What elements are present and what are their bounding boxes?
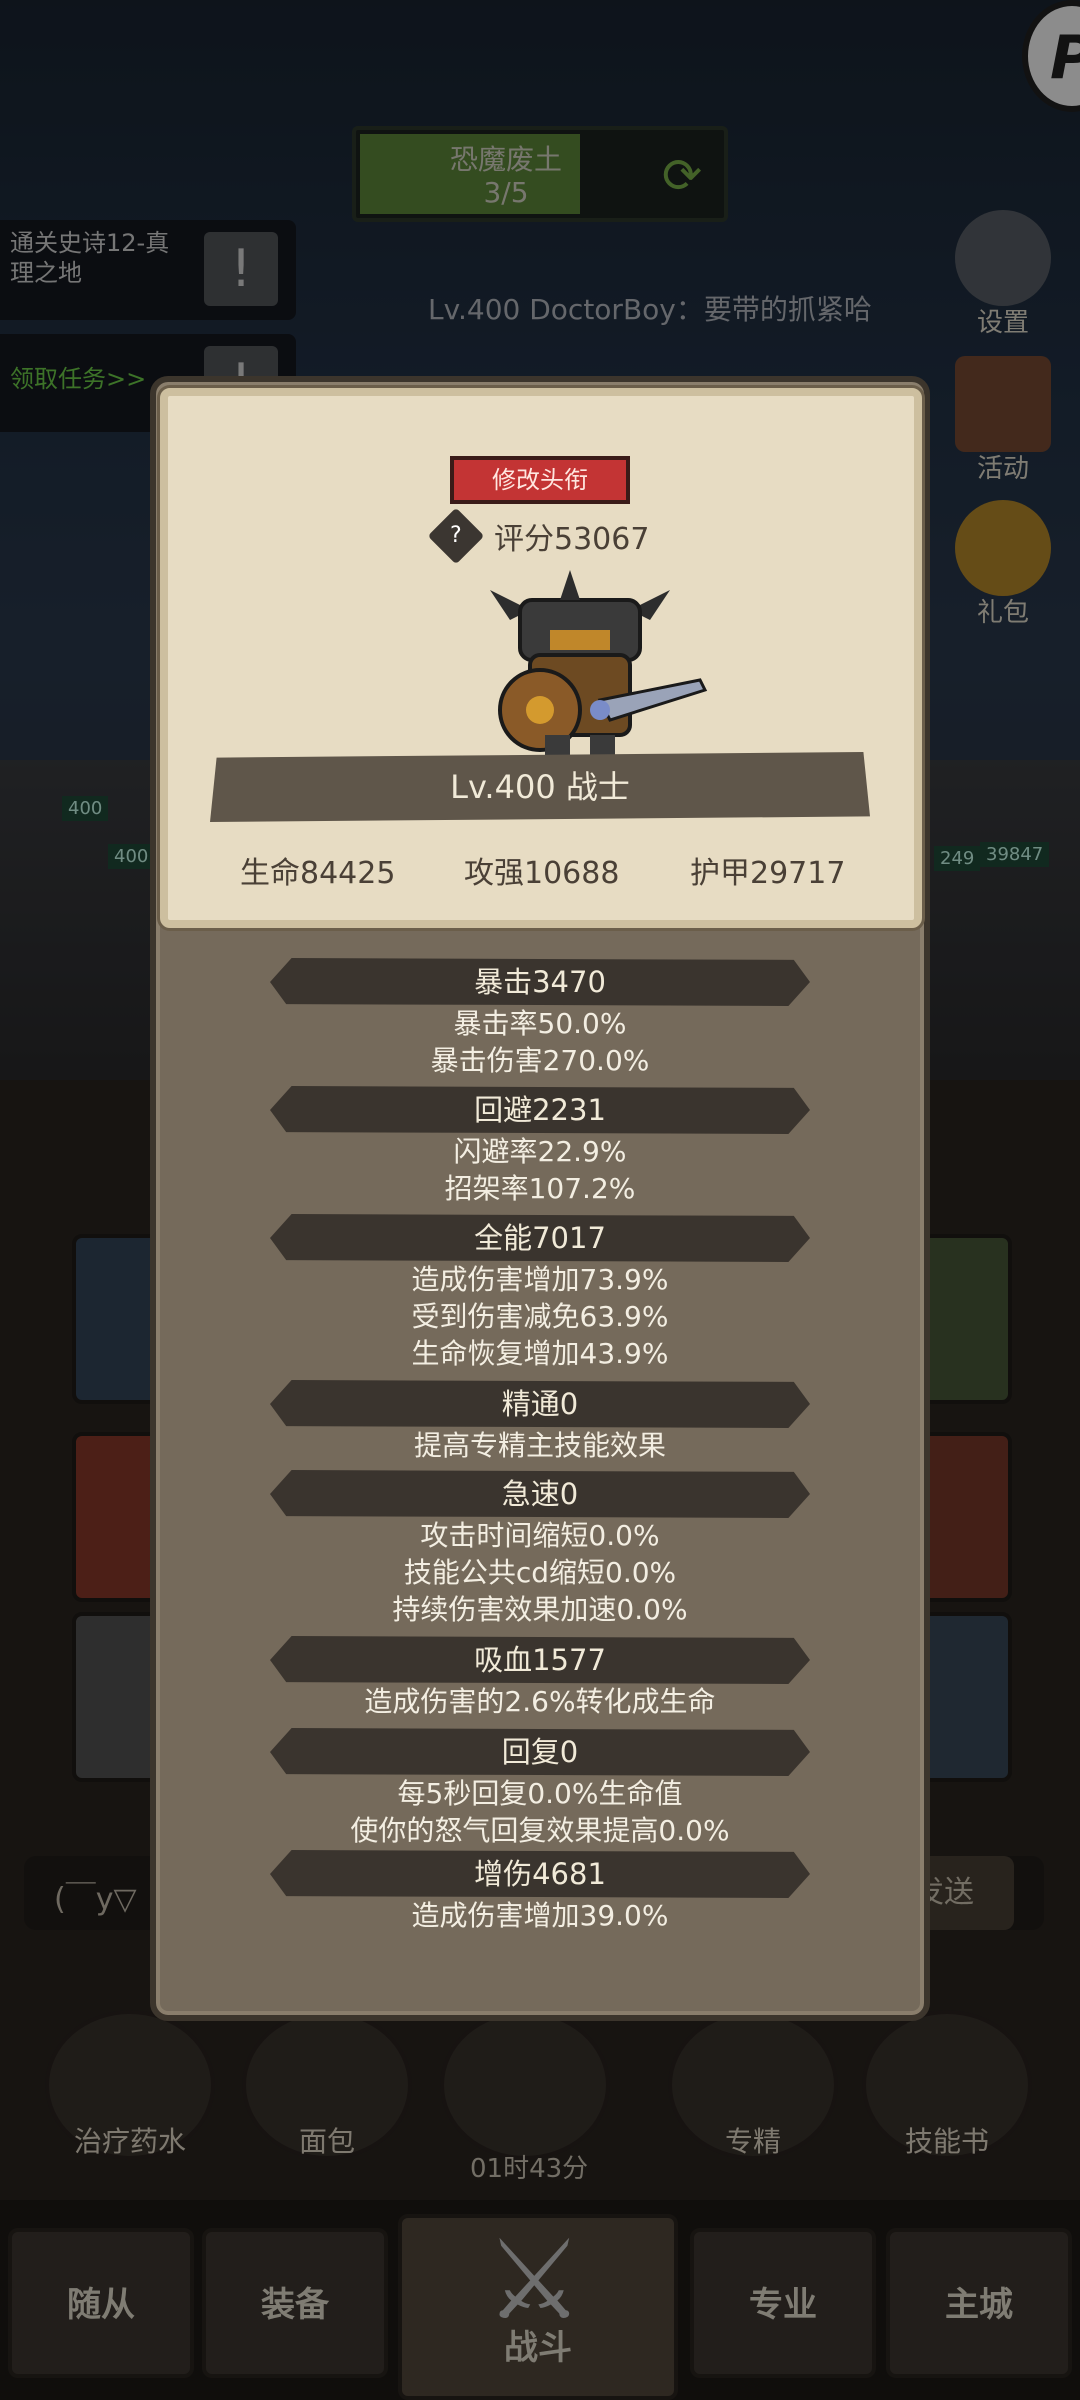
edit-title-button[interactable]: 修改头衔 [450, 456, 630, 504]
stat-line: 造成伤害增加73.9% [411, 1263, 669, 1296]
stat-line: 使你的怒气回复效果提高0.0% [350, 1814, 730, 1847]
stat-line: 暴击率50.0% [453, 1007, 627, 1040]
stat-line: 每5秒回复0.0%生命值 [397, 1777, 683, 1810]
stat-header: 回复0 [270, 1728, 810, 1776]
stat-header: 暴击3470 [270, 958, 810, 1006]
armor-stat: 护甲29717 [690, 856, 846, 891]
stat-header: 回避2231 [270, 1086, 810, 1134]
stat-header: 吸血1577 [270, 1636, 810, 1684]
stat-header: 急速0 [270, 1470, 810, 1518]
stat-header: 全能7017 [270, 1214, 810, 1262]
stat-line: 造成伤害的2.6%转化成生命 [364, 1685, 716, 1718]
stat-header: 增伤4681 [270, 1850, 810, 1898]
stat-line: 闪避率22.9% [453, 1135, 627, 1168]
stat-line: 攻击时间缩短0.0% [420, 1519, 660, 1552]
stat-line: 招架率107.2% [444, 1172, 636, 1205]
score-text: 评分53067 [494, 522, 650, 557]
stat-line: 受到伤害减免63.9% [411, 1300, 669, 1333]
stat-line: 持续伤害效果加速0.0% [392, 1593, 688, 1626]
character-name-banner: Lv.400 战士 [210, 752, 870, 822]
stat-line: 提高专精主技能效果 [413, 1429, 666, 1462]
hp-stat: 生命84425 [240, 856, 396, 891]
stat-line: 造成伤害增加39.0% [411, 1899, 669, 1932]
stat-header: 精通0 [270, 1380, 810, 1428]
stat-line: 技能公共cd缩短0.0% [403, 1556, 677, 1589]
warrior-avatar [490, 570, 708, 765]
stat-line: 暴击伤害270.0% [430, 1044, 650, 1077]
attack-stat: 攻强10688 [464, 856, 620, 891]
stat-line: 生命恢复增加43.9% [411, 1337, 669, 1370]
